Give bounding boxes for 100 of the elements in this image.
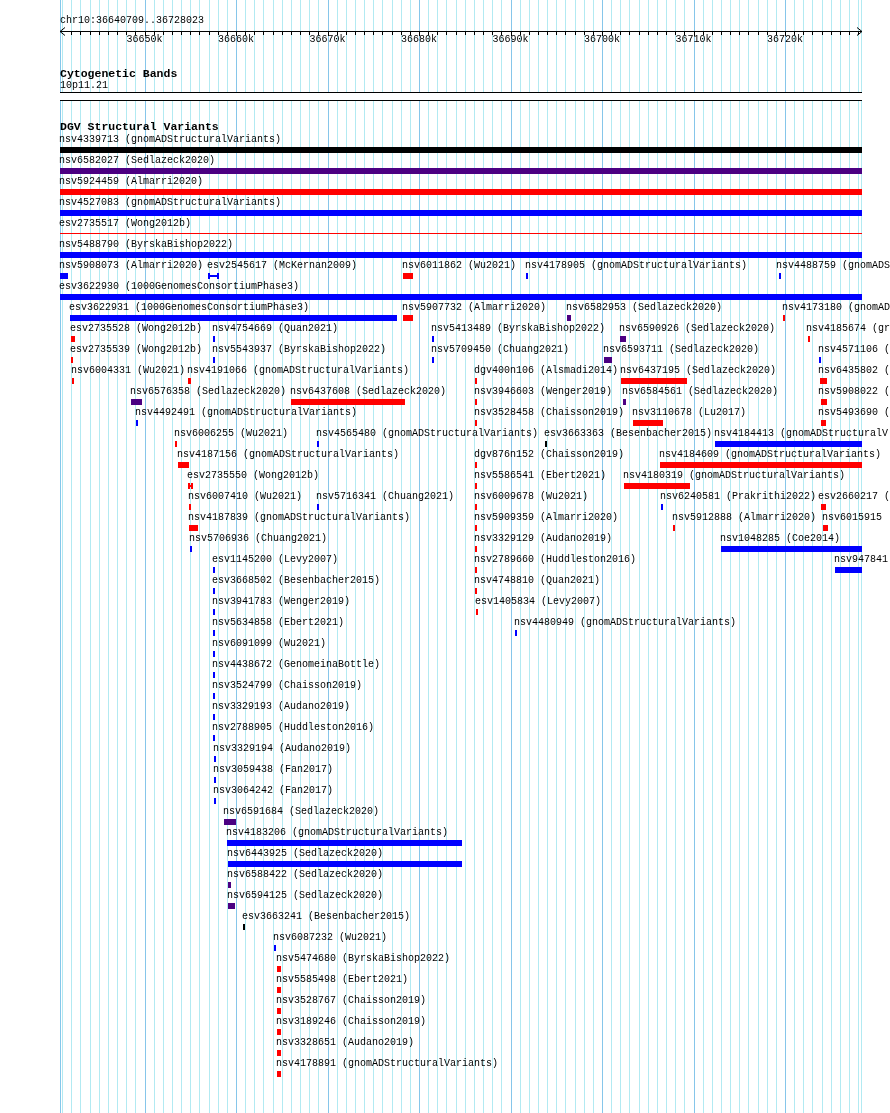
variant-label: nsv3110678 (Lu2017) (632, 408, 747, 418)
variant-label: nsv5908022 ( (818, 387, 890, 397)
variant-label: nsv4191066 (gnomADStructuralVariants) (187, 366, 410, 376)
variant-label: nsv6435802 ( (818, 366, 890, 376)
variant-label: nsv6437195 (Sedlazeck2020) (620, 366, 777, 376)
variant-label: nsv6584561 (Sedlazeck2020) (622, 387, 779, 397)
variant-label: nsv6576358 (Sedlazeck2020) (130, 387, 287, 397)
variant-label: nsv5709450 (Chuang2021) (431, 345, 570, 355)
variant-label: nsv4178891 (gnomADStructuralVariants) (276, 1059, 499, 1069)
variant-label: nsv5474680 (ByrskaBishop2022) (276, 954, 451, 964)
variant-label: nsv3941783 (Wenger2019) (212, 597, 351, 607)
variant-label: nsv5908073 (Almarri2020) (59, 261, 204, 271)
location-label: chr10:36640709..36728023 (60, 15, 205, 26)
variant-label: nsv6594125 (Sedlazeck2020) (227, 891, 384, 901)
variant-label: nsv1048285 (Coe2014) (720, 534, 841, 544)
variant-label: nsv5585498 (Ebert2021) (276, 975, 409, 985)
band-label: 10p11.21 (60, 80, 108, 92)
variant-label: nsv6593711 (Sedlazeck2020) (603, 345, 760, 355)
tick-label: 36660k (218, 35, 254, 45)
variant-label: nsv2788905 (Huddleston2016) (212, 723, 375, 733)
variant-label: nsv5493690 ( (818, 408, 890, 418)
variant-label: nsv4339713 (gnomADStructuralVariants) (59, 135, 282, 145)
variant-label: nsv3524799 (Chaisson2019) (212, 681, 363, 691)
variant-label: nsv4754669 (Quan2021) (212, 324, 339, 334)
variant-label: nsv6087232 (Wu2021) (273, 933, 388, 943)
variant-label: nsv5716341 (Chuang2021) (316, 492, 455, 502)
variant-label: nsv5907732 (Almarri2020) (402, 303, 547, 313)
variant-label: nsv6006255 (Wu2021) (174, 429, 289, 439)
variant-label: nsv6007410 (Wu2021) (188, 492, 303, 502)
variant-label: nsv3064242 (Fan2017) (213, 786, 334, 796)
variant-label: nsv947841 (834, 555, 888, 565)
variant-label: nsv5706936 (Chuang2021) (189, 534, 328, 544)
variant-label: nsv4183206 (gnomADStructuralVariants) (226, 828, 449, 838)
tick-label: 36650k (126, 35, 163, 45)
variant-label: nsv6437608 (Sedlazeck2020) (290, 387, 447, 397)
variant-label: nsv4438672 (GenomeinaBottle) (212, 660, 381, 670)
variant-label: nsv4187839 (gnomADStructuralVariants) (188, 513, 411, 523)
variant-label: nsv5586541 (Ebert2021) (474, 471, 607, 481)
variant-label: nsv6091099 (Wu2021) (212, 639, 327, 649)
variant-label: nsv2789660 (Huddleston2016) (474, 555, 637, 565)
tick-label: 36700k (584, 35, 620, 45)
variant-label: nsv4185674 (gr (806, 324, 890, 334)
variant-label: nsv4488759 (gnomADS (775, 261, 890, 271)
variant-label: nsv4492491 (gnomADStructuralVariants) (135, 408, 358, 418)
variant-label: esv3663363 (Besenbacher2015) (544, 429, 713, 439)
variant-label: nsv5909359 (Almarri2020) (474, 513, 619, 523)
tick-label: 36670k (309, 35, 346, 45)
variant-label: nsv4480949 (gnomADStructuralVariants) (514, 618, 737, 628)
variant-label: nsv3329193 (Audano2019) (212, 702, 351, 712)
variant-label: nsv6443925 (Sedlazeck2020) (227, 849, 384, 859)
variant-label: nsv6009678 (Wu2021) (474, 492, 589, 502)
variant-label: nsv6011862 (Wu2021) (402, 261, 517, 271)
tick-label: 36680k (401, 35, 437, 45)
variant-label: nsv5488790 (ByrskaBishop2022) (59, 240, 234, 250)
variant-label: nsv6004331 (Wu2021) (71, 366, 186, 376)
variant-label: nsv6240581 (Prakrithi2022) (660, 492, 817, 502)
variant-label: nsv5912888 (Almarri2020) (672, 513, 817, 523)
variant-label: esv3668502 (Besenbacher2015) (212, 576, 381, 586)
variant-label: nsv6588422 (Sedlazeck2020) (227, 870, 384, 880)
variant-label: nsv5634858 (Ebert2021) (212, 618, 345, 628)
variant-label: dgv400n106 (Alsmadi2014) (474, 366, 619, 376)
variant-label: dgv876n152 (Chaisson2019) (474, 450, 625, 460)
variant-label: nsv4178905 (gnomADStructuralVariants) (525, 261, 748, 271)
tick-label: 36710k (675, 35, 712, 45)
variant-label: esv3663241 (Besenbacher2015) (242, 912, 411, 922)
variant-label: esv2735528 (Wong2012b) (70, 324, 203, 334)
variant-label: esv2735517 (Wong2012b) (59, 219, 192, 229)
variant-label: nsv3328651 (Audano2019) (276, 1038, 415, 1048)
variant-label: esv3622930 (1000GenomesConsortiumPhase3) (59, 282, 300, 292)
variant-label: nsv4527083 (gnomADStructuralVariants) (59, 198, 282, 208)
variant-label: nsv6582027 (Sedlazeck2020) (59, 156, 216, 166)
variant-label: nsv3059438 (Fan2017) (213, 765, 334, 775)
variant-label: nsv6591684 (Sedlazeck2020) (223, 807, 380, 817)
variant-label: nsv3946603 (Wenger2019) (474, 387, 613, 397)
variant-label: nsv3528458 (Chaisson2019) (474, 408, 625, 418)
tick-label: 36690k (492, 35, 529, 45)
variant-label: nsv4187156 (gnomADStructuralVariants) (177, 450, 400, 460)
track-title: DGV Structural Variants (60, 120, 219, 133)
variant-label: esv2545617 (McKernan2009) (207, 261, 358, 271)
variant-label: nsv4184413 (gnomADStructuralV (714, 429, 889, 439)
variant-label: nsv3189246 (Chaisson2019) (276, 1017, 427, 1027)
track-title: Cytogenetic Bands (60, 67, 178, 80)
variant-label: nsv3329194 (Audano2019) (213, 744, 352, 754)
variant-label: esv2735539 (Wong2012b) (70, 345, 203, 355)
variant-label: nsv5543937 (ByrskaBishop2022) (212, 345, 387, 355)
variant-label: esv1145200 (Levy2007) (212, 555, 339, 565)
variant-label: nsv5413489 (ByrskaBishop2022) (431, 324, 606, 334)
variant-label: esv2735550 (Wong2012b) (187, 471, 320, 481)
variant-label: nsv4184609 (gnomADStructuralVariants) (659, 450, 882, 460)
variant-label: esv2660217 ( (818, 492, 890, 502)
variant-label: esv1405834 (Levy2007) (475, 597, 602, 607)
variant-label: nsv4565480 (gnomADStructuralVariants) (316, 429, 539, 439)
variant-label: nsv4748810 (Quan2021) (474, 576, 601, 586)
variant-label: nsv5924459 (Almarri2020) (59, 177, 204, 187)
variant-label: nsv6582953 (Sedlazeck2020) (566, 303, 723, 313)
variant-label: nsv3329129 (Audano2019) (474, 534, 613, 544)
variant-label: nsv4173180 (gnomAD (781, 303, 890, 313)
variant-label: nsv6590926 (Sedlazeck2020) (619, 324, 776, 334)
tick-label: 36720k (767, 35, 803, 45)
variant-label: esv3622931 (1000GenomesConsortiumPhase3) (69, 303, 310, 313)
